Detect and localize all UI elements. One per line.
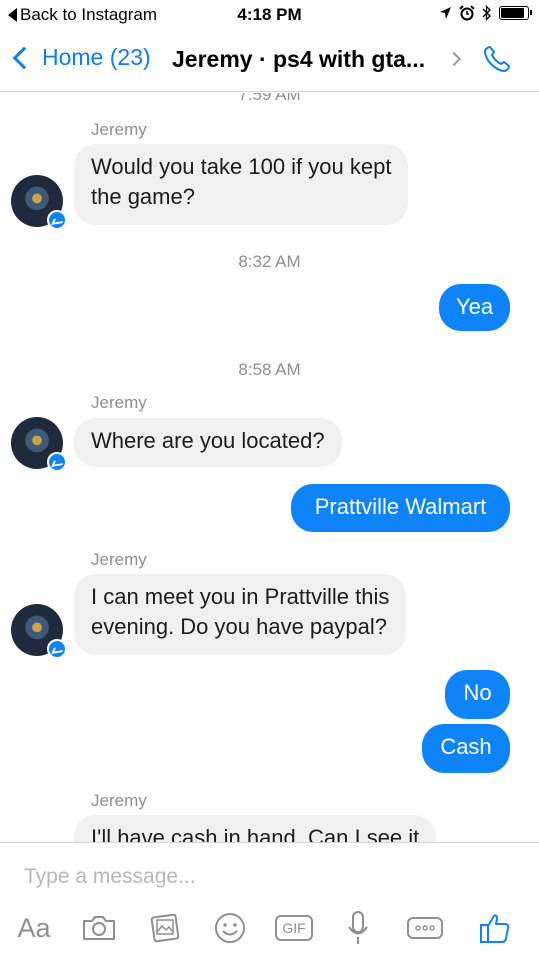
- home-back-button[interactable]: Home (23): [10, 44, 151, 71]
- chevron-right-icon[interactable]: [446, 51, 462, 67]
- sender-name: Jeremy: [91, 120, 147, 139]
- location-arrow-icon: [440, 7, 451, 19]
- status-icons: [439, 5, 532, 21]
- emoji-icon: [215, 913, 245, 943]
- outgoing-message[interactable]: Yea: [439, 284, 510, 331]
- thumbs-up-icon: [480, 914, 510, 943]
- messenger-badge-icon: [47, 210, 67, 230]
- phone-icon[interactable]: [481, 43, 513, 75]
- incoming-message[interactable]: I'll have cash in hand. Can I see it: [74, 815, 437, 842]
- gif-label: GIF: [282, 920, 306, 936]
- microphone-icon: [348, 911, 368, 944]
- timestamp: 7:59 AM: [238, 93, 301, 104]
- messenger-badge-icon: [47, 452, 67, 472]
- gif-button[interactable]: GIF: [274, 909, 314, 947]
- chevron-left-icon: [12, 46, 36, 69]
- timestamp: 8:58 AM: [238, 360, 301, 379]
- conversation-title[interactable]: Jeremy · ps4 with gta...: [172, 46, 425, 73]
- text-format-button[interactable]: Aa: [14, 909, 54, 947]
- message-line: the game?: [91, 184, 195, 209]
- camera-button[interactable]: [80, 909, 118, 947]
- photo-gallery-icon: [150, 913, 180, 943]
- conversation-header: Home (23) Jeremy · ps4 with gta...: [0, 30, 539, 92]
- outgoing-message[interactable]: Cash: [422, 724, 510, 773]
- voice-button[interactable]: [344, 909, 372, 947]
- text-format-label: Aa: [17, 912, 51, 943]
- sender-name: Jeremy: [91, 550, 147, 569]
- like-button[interactable]: [476, 909, 514, 947]
- bluetooth-icon: [482, 5, 491, 21]
- message-line: evening. Do you have paypal?: [91, 614, 387, 639]
- sender-name: Jeremy: [91, 791, 147, 810]
- gif-icon: GIF: [275, 915, 313, 941]
- home-back-label: Home (23): [42, 44, 151, 70]
- avatar[interactable]: [11, 604, 67, 659]
- composer: Aa GIF: [0, 842, 539, 960]
- outgoing-message[interactable]: No: [445, 670, 510, 719]
- outgoing-message[interactable]: Prattville Walmart: [291, 484, 510, 532]
- alarm-icon: [459, 5, 475, 21]
- more-icon: [407, 917, 443, 939]
- messenger-badge-icon: [47, 639, 67, 659]
- message-input[interactable]: [24, 865, 514, 889]
- message-list[interactable]: 7:59 AM Jeremy Would you take 100 if you…: [0, 93, 539, 842]
- message-line: Would you take 100 if you kept: [91, 154, 392, 179]
- avatar[interactable]: [11, 175, 67, 230]
- emoji-button[interactable]: [212, 909, 248, 947]
- camera-icon: [83, 916, 115, 940]
- avatar[interactable]: [11, 417, 67, 472]
- battery-icon: [499, 6, 532, 20]
- message-line: I can meet you in Prattville this: [91, 584, 390, 609]
- sender-name: Jeremy: [91, 393, 147, 412]
- timestamp: 8:32 AM: [238, 252, 301, 271]
- incoming-message[interactable]: I can meet you in Prattville this evenin…: [74, 574, 407, 655]
- more-button[interactable]: [406, 909, 444, 947]
- incoming-message[interactable]: Would you take 100 if you kept the game?: [74, 144, 409, 225]
- incoming-message[interactable]: Where are you located?: [74, 418, 342, 467]
- status-bar: Back to Instagram 4:18 PM: [0, 0, 539, 30]
- gallery-button[interactable]: [148, 909, 184, 947]
